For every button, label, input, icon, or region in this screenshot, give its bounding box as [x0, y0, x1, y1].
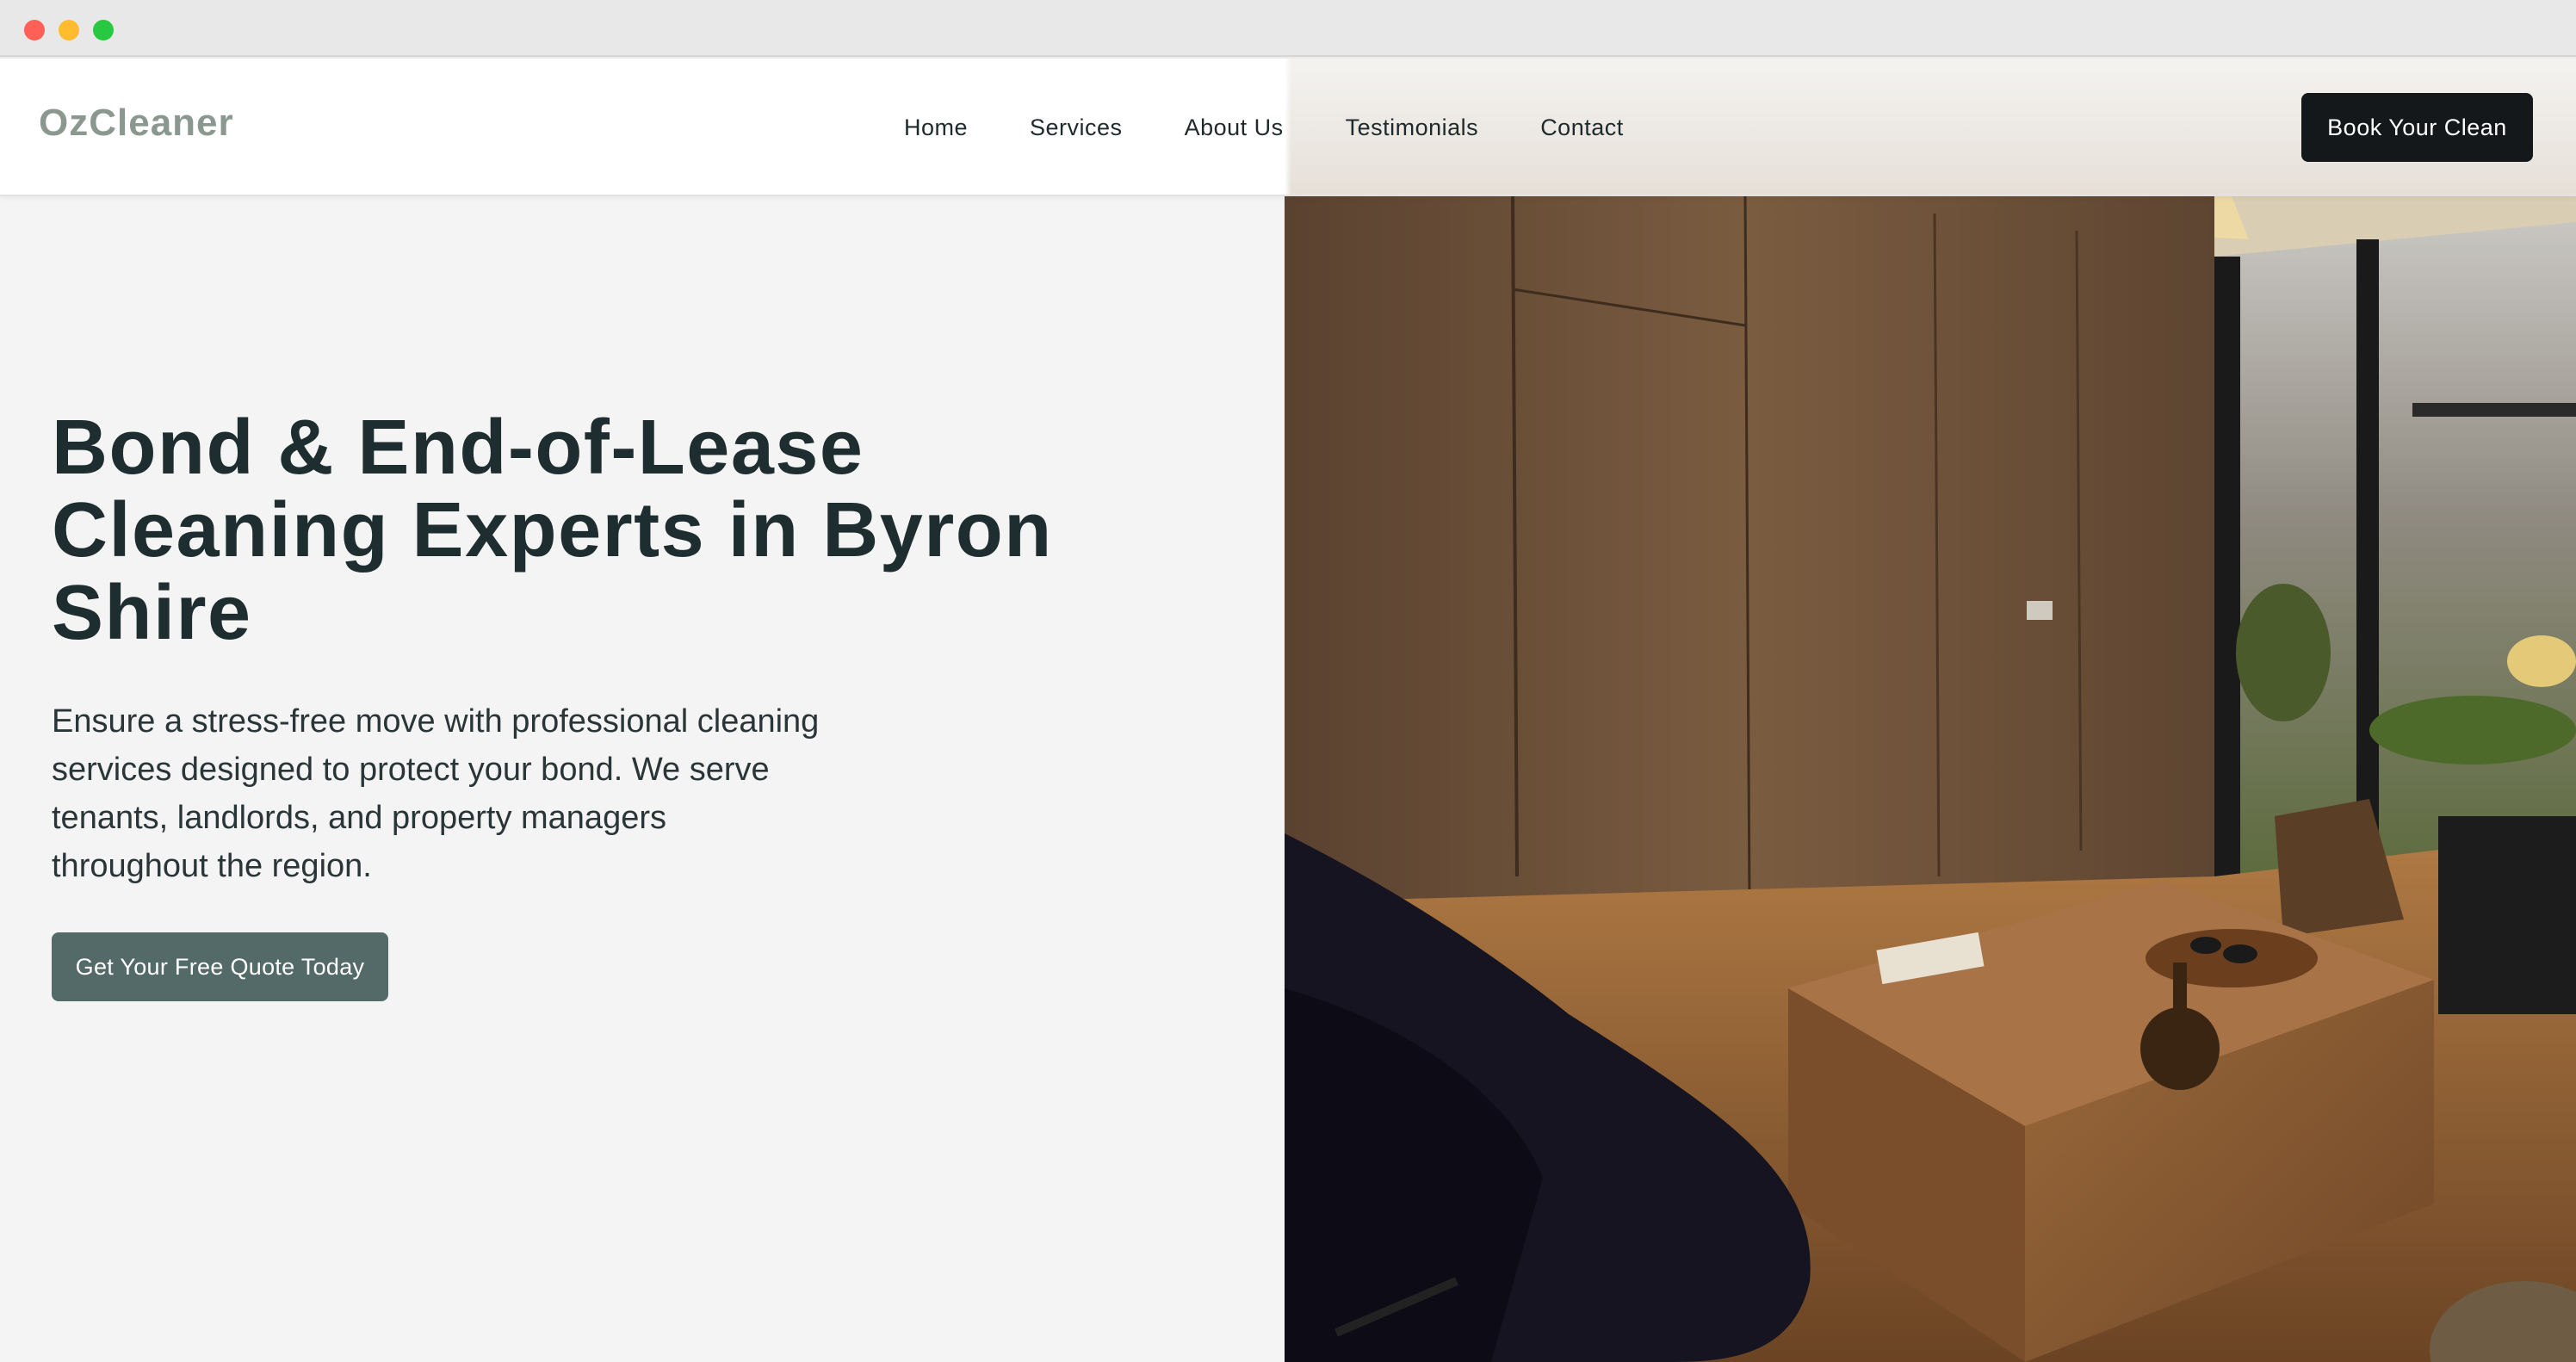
window-zoom-dot-icon[interactable] — [93, 20, 114, 40]
nav-link-about-us[interactable]: About Us — [1185, 115, 1284, 141]
nav-link-home[interactable]: Home — [904, 115, 968, 141]
hero-living-room-image — [1285, 59, 2576, 1362]
hero-title: Bond & End-of-Lease Cleaning Experts in … — [52, 405, 1053, 656]
nav-link-services[interactable]: Services — [1030, 115, 1123, 141]
site-logo[interactable]: OzCleaner — [39, 102, 234, 145]
nav-links: Home Services About Us Testimonials Cont… — [904, 59, 1624, 196]
book-your-clean-button[interactable]: Book Your Clean — [2301, 93, 2533, 162]
nav-link-testimonials[interactable]: Testimonials — [1346, 115, 1479, 141]
window-close-dot-icon[interactable] — [24, 20, 45, 40]
window-minimize-dot-icon[interactable] — [59, 20, 79, 40]
site-navbar: OzCleaner Home Services About Us Testimo… — [0, 59, 2576, 196]
hero-description: Ensure a stress-free move with professio… — [52, 703, 820, 884]
nav-link-contact[interactable]: Contact — [1540, 115, 1624, 141]
free-quote-button[interactable]: Get Your Free Quote Today — [52, 932, 388, 1001]
browser-chrome — [0, 0, 2576, 57]
page-viewport: OzCleaner Home Services About Us Testimo… — [0, 59, 2576, 1362]
